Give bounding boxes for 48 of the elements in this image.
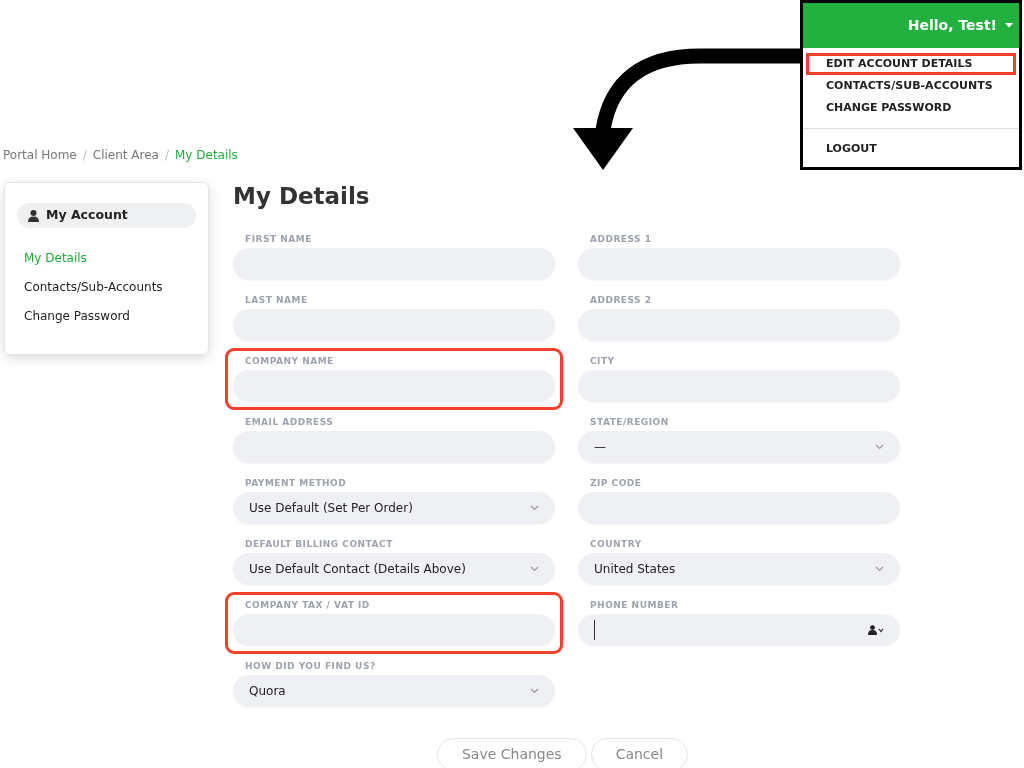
- field-label: LAST NAME: [244, 294, 309, 305]
- select-field[interactable]: —: [578, 430, 900, 463]
- field-label: FIRST NAME: [244, 233, 313, 244]
- select-field[interactable]: United States: [578, 552, 900, 585]
- field-label: HOW DID YOU FIND US?: [244, 660, 377, 671]
- select-value: Quora: [249, 682, 286, 700]
- field-label: DEFAULT BILLING CONTACT: [244, 538, 394, 549]
- select-field[interactable]: Quora: [233, 674, 555, 707]
- breadcrumb-link[interactable]: Portal Home: [3, 146, 77, 164]
- menu-item[interactable]: EDIT ACCOUNT DETAILS: [806, 53, 1016, 75]
- breadcrumb-link[interactable]: Client Area: [92, 146, 159, 164]
- field-label: ADDRESS 2: [589, 294, 653, 305]
- sidebar-link[interactable]: Change Password: [17, 308, 196, 324]
- field-label: STATE/REGION: [589, 416, 670, 427]
- menu-item[interactable]: LOGOUT: [806, 138, 1016, 160]
- field-label: CITY: [589, 355, 616, 366]
- sidebar-title: My Account: [46, 206, 128, 225]
- field-label: PHONE NUMBER: [589, 599, 680, 610]
- field-label: EMAIL ADDRESS: [244, 416, 335, 427]
- menu-item[interactable]: CHANGE PASSWORD: [806, 97, 1016, 119]
- select-value: United States: [594, 560, 676, 578]
- cancel-button[interactable]: Cancel: [590, 737, 689, 768]
- select-value: Use Default Contact (Details Above): [249, 560, 466, 578]
- field-label: ZIP CODE: [589, 477, 643, 488]
- field-label: COMPANY TAX / VAT ID: [244, 599, 371, 610]
- contact-dropdown-icon[interactable]: [868, 624, 884, 635]
- select-field[interactable]: Use Default Contact (Details Above): [233, 552, 555, 585]
- chevron-icon: [530, 504, 539, 511]
- breadcrumb-separator: /: [164, 147, 169, 164]
- sidebar-link[interactable]: Contacts/Sub-Accounts: [17, 279, 196, 295]
- chevron-icon: [875, 443, 884, 450]
- chevron-icon: [875, 565, 884, 572]
- select-field[interactable]: Use Default (Set Per Order): [233, 491, 555, 524]
- user-icon: [28, 209, 39, 222]
- breadcrumb-separator: /: [82, 147, 87, 164]
- chevron-icon: [530, 687, 539, 694]
- select-value: Use Default (Set Per Order): [249, 499, 413, 517]
- field-label: COMPANY NAME: [244, 355, 335, 366]
- page-title: My Details: [233, 182, 370, 211]
- save-button[interactable]: Save Changes: [436, 737, 587, 768]
- select-value: —: [594, 438, 606, 456]
- phone-field[interactable]: [578, 613, 900, 646]
- field-label: ADDRESS 1: [589, 233, 653, 244]
- field-label: PAYMENT METHOD: [244, 477, 348, 488]
- chevron-icon: [530, 565, 539, 572]
- field-label: COUNTRY: [589, 538, 643, 549]
- menu-item[interactable]: CONTACTS/SUB-ACCOUNTS: [806, 75, 1016, 97]
- caret-icon[interactable]: [1005, 23, 1013, 28]
